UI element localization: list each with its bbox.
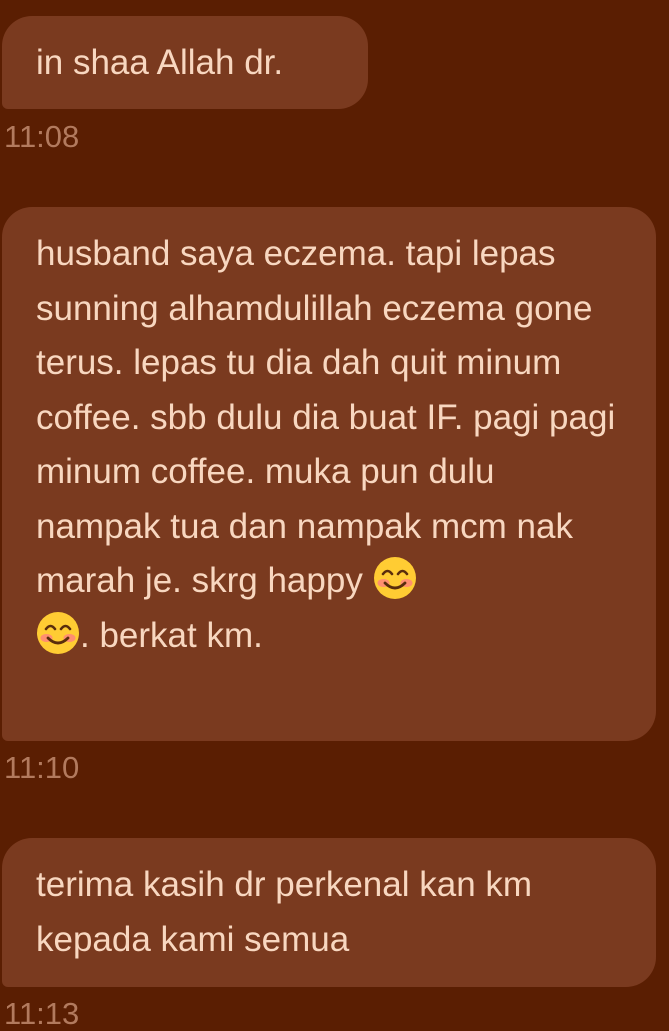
message-text: husband saya eczema. tapi lepas sunning … <box>36 234 616 600</box>
message-text: . berkat km. <box>80 615 263 655</box>
smiling-face-with-smiling-eyes-icon <box>37 611 79 654</box>
message-timestamp: 11:10 <box>4 750 80 785</box>
message-timestamp: 11:08 <box>4 119 80 154</box>
message-bubble[interactable]: husband saya eczema. tapi lepas sunning … <box>2 207 656 741</box>
message-bubble[interactable]: terima kasih dr perkenal kan km kepada k… <box>2 838 656 987</box>
chat-thread: in shaa Allah dr. 11:08 husband saya ecz… <box>0 0 669 1031</box>
message-text: terima kasih dr perkenal kan km kepada k… <box>36 865 533 959</box>
smiling-face-with-smiling-eyes-icon <box>373 557 416 599</box>
message-timestamp: 11:13 <box>4 996 80 1031</box>
message-bubble[interactable]: in shaa Allah dr. <box>2 16 368 109</box>
message-text: in shaa Allah dr. <box>36 43 284 82</box>
